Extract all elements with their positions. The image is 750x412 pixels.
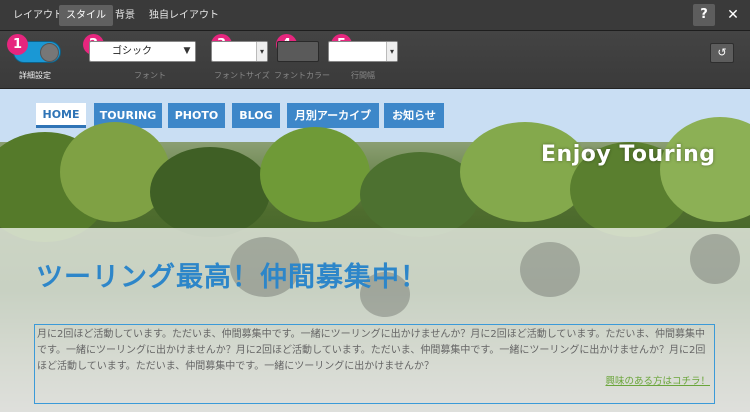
- font-size-label: フォントサイズ: [214, 71, 270, 80]
- advanced-settings-label: 詳細設定: [19, 71, 51, 80]
- close-button[interactable]: ✕: [722, 4, 744, 26]
- tab-background[interactable]: 背景: [108, 5, 142, 26]
- help-button[interactable]: ?: [693, 4, 715, 26]
- selected-text-block[interactable]: 月に2回ほど活動しています。ただいま、仲間募集中です。一緒にツーリングに出かけま…: [34, 324, 715, 404]
- step-badge-1: 1: [7, 34, 28, 55]
- chevron-down-icon: ▼: [179, 42, 195, 61]
- site-preview: HOME TOURING PHOTO BLOG 月別アーカイブ お知らせ Enj…: [0, 89, 750, 412]
- font-select-value: ゴシック: [112, 46, 152, 57]
- font-size-select[interactable]: ▾: [211, 41, 268, 62]
- font-color-label: フォントカラー: [274, 71, 330, 80]
- nav-photo[interactable]: PHOTO: [168, 103, 225, 128]
- page-headline: ツーリング最高！仲間募集中！: [36, 262, 428, 293]
- line-height-select[interactable]: ▾: [328, 41, 398, 62]
- nav-monthly-archive[interactable]: 月別アーカイブ: [287, 103, 379, 128]
- reset-icon: ↺: [717, 46, 727, 59]
- body-text: 月に2回ほど活動しています。ただいま、仲間募集中です。一緒にツーリングに出かけま…: [37, 329, 706, 372]
- nav-blog[interactable]: BLOG: [232, 103, 280, 128]
- reset-button[interactable]: ↺: [710, 43, 734, 63]
- hero-tagline: Enjoy Touring: [541, 142, 716, 167]
- nav-news[interactable]: お知らせ: [384, 103, 444, 128]
- font-select[interactable]: ゴシック ▼: [89, 41, 196, 62]
- line-height-label: 行間幅: [351, 71, 375, 80]
- nav-home[interactable]: HOME: [36, 103, 86, 128]
- font-color-swatch[interactable]: [277, 41, 319, 62]
- font-label: フォント: [134, 71, 166, 80]
- more-info-link[interactable]: 興味のある方はコチラ！: [605, 373, 710, 387]
- chevron-down-icon: ▾: [256, 42, 267, 61]
- tab-style[interactable]: スタイル: [59, 5, 113, 26]
- chevron-down-icon: ▾: [386, 42, 397, 61]
- toggle-knob: [40, 43, 59, 62]
- tab-custom-layout[interactable]: 独自レイアウト: [142, 5, 226, 26]
- editor-tab-bar: レイアウト スタイル 背景 独自レイアウト ? ✕: [0, 0, 750, 31]
